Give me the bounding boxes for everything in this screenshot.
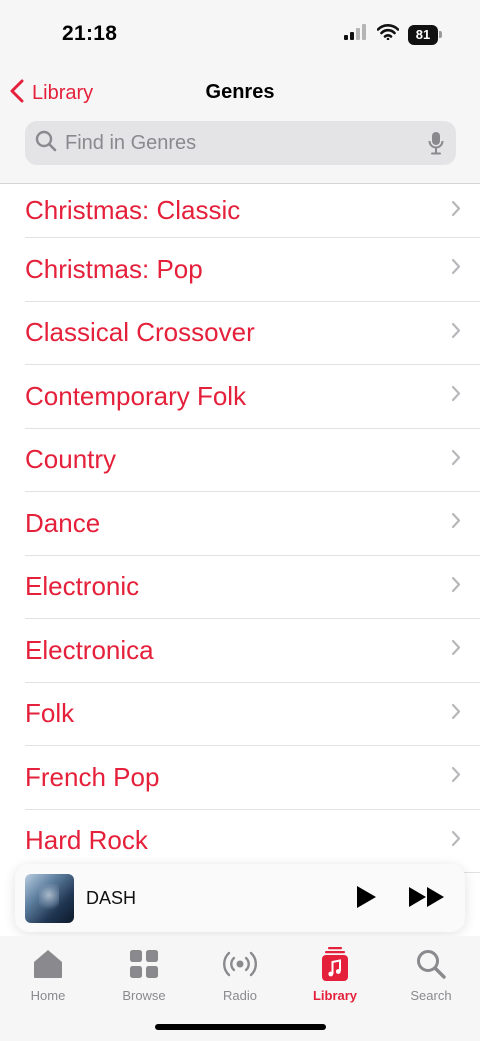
tab-label: Browse (122, 988, 166, 1003)
list-item[interactable]: Contemporary Folk (25, 365, 480, 429)
play-button[interactable] (355, 885, 377, 914)
track-title: DASH (86, 887, 137, 908)
chevron-right-icon (451, 766, 461, 788)
list-item[interactable]: Electronic (25, 556, 480, 619)
radio-icon (221, 946, 259, 982)
chevron-right-icon (451, 703, 461, 725)
tab-label: Radio (223, 988, 257, 1003)
genre-label: Folk (25, 698, 75, 729)
genre-label: Electronic (25, 571, 140, 602)
tab-library[interactable]: Library (287, 946, 383, 1006)
list-item[interactable]: Christmas: Classic (25, 184, 480, 238)
status-bar: 21:18 81 (0, 0, 480, 70)
chevron-right-icon (451, 576, 461, 598)
tab-label: Library (312, 988, 358, 1003)
home-indicator[interactable] (155, 1024, 326, 1030)
list-item[interactable]: French Pop (25, 746, 480, 810)
genre-label: Christmas: Pop (25, 253, 203, 284)
chevron-right-icon (451, 512, 461, 534)
library-icon (322, 946, 348, 982)
browse-grid-icon (130, 946, 158, 982)
tab-browse[interactable]: Browse (96, 946, 192, 1006)
navigation-bar: Library Genres (0, 70, 480, 184)
genre-label: Hard Rock (25, 825, 148, 856)
list-item[interactable]: Christmas: Pop (25, 238, 480, 302)
tab-label: Search (410, 988, 452, 1003)
mini-player[interactable]: DASH (15, 864, 465, 932)
list-item[interactable]: Electronica (25, 619, 480, 683)
tab-search[interactable]: Search (383, 946, 479, 1006)
search-input[interactable] (65, 131, 405, 155)
microphone-icon[interactable] (428, 131, 444, 160)
list-item[interactable]: Classical Crossover (25, 302, 480, 365)
chevron-right-icon (451, 258, 461, 280)
genre-label: Dance (25, 507, 101, 538)
battery-icon: 81 (408, 24, 442, 45)
chevron-right-icon (451, 639, 461, 661)
genre-label: Electronica (25, 634, 154, 665)
list-item[interactable]: Dance (25, 492, 480, 556)
genre-list: Christmas: Classic Christmas: Pop Classi… (0, 184, 480, 873)
chevron-right-icon (451, 830, 461, 852)
status-icons: 81 (344, 24, 442, 45)
tab-label: Home (30, 988, 66, 1003)
chevron-right-icon (451, 385, 461, 407)
search-field[interactable] (25, 121, 456, 165)
chevron-right-icon (451, 200, 461, 222)
genre-label: Christmas: Classic (25, 195, 241, 225)
genre-label: Country (25, 444, 117, 475)
chevron-right-icon (451, 449, 461, 471)
tab-home[interactable]: Home (0, 946, 96, 1006)
tab-radio[interactable]: Radio (192, 946, 288, 1006)
chevron-right-icon (451, 322, 461, 344)
search-icon (35, 130, 57, 157)
genre-label: Classical Crossover (25, 317, 255, 348)
signal-icon (344, 24, 368, 45)
page-title: Genres (205, 81, 275, 103)
list-item[interactable]: Country (25, 429, 480, 492)
status-time: 21:18 (62, 22, 118, 45)
search-icon (416, 946, 446, 982)
album-artwork[interactable] (25, 873, 74, 923)
fast-forward-button[interactable] (408, 886, 446, 913)
battery-level: 81 (408, 24, 438, 45)
list-item[interactable]: Folk (25, 683, 480, 746)
home-icon (32, 946, 64, 982)
genre-label: French Pop (25, 761, 160, 792)
genre-label: Contemporary Folk (25, 380, 247, 411)
wifi-icon (376, 24, 400, 45)
